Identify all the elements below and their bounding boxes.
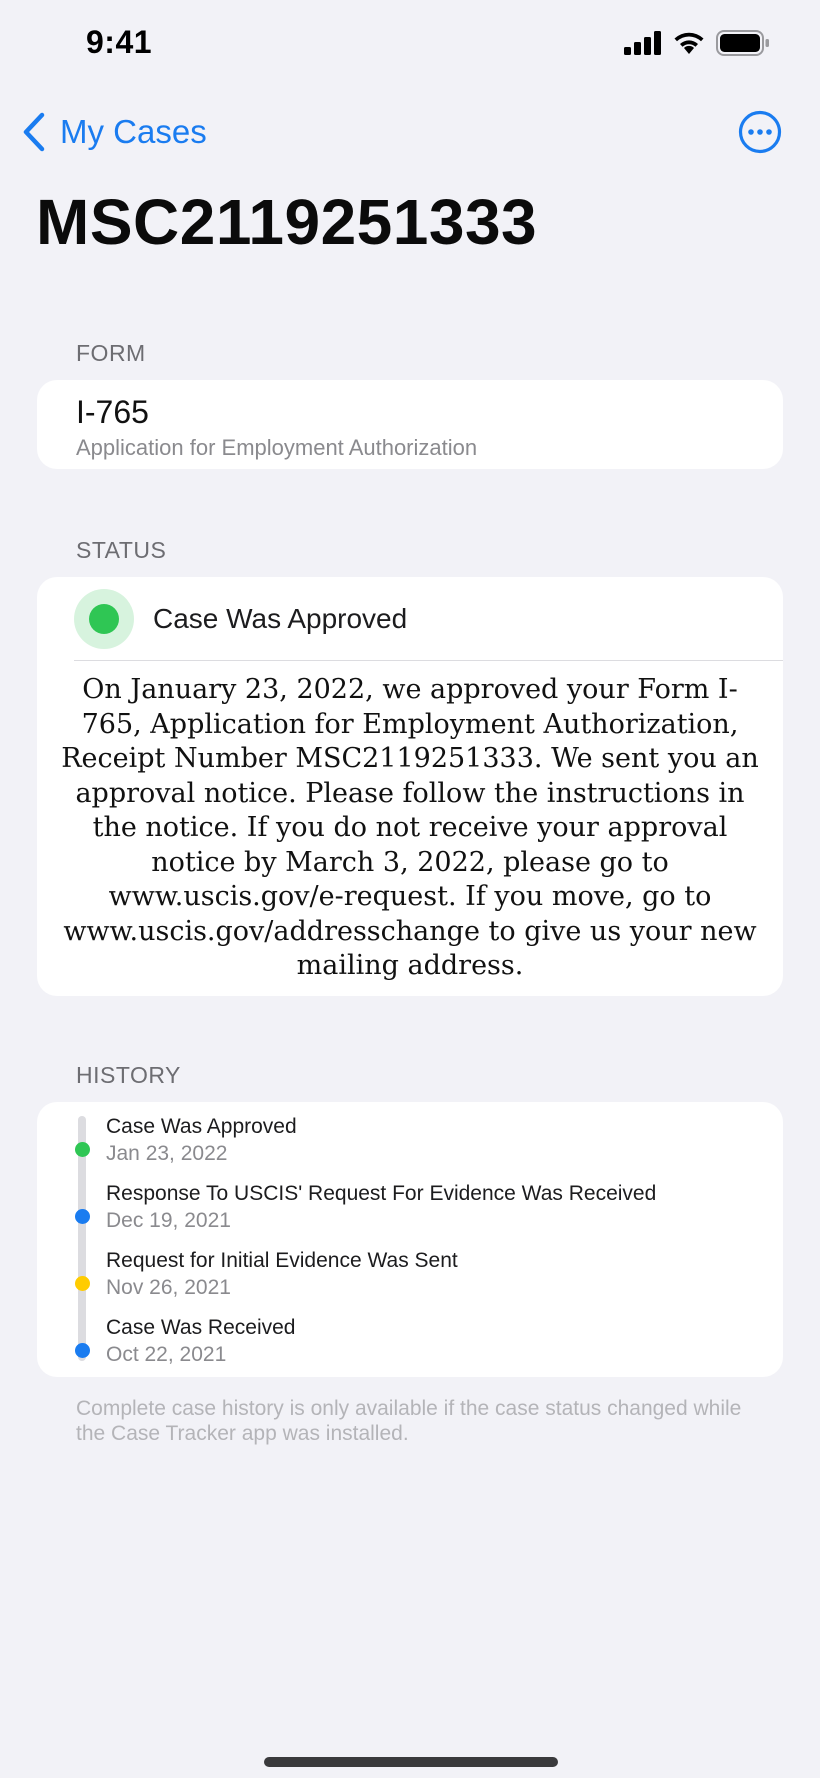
- history-card: Case Was Approved Jan 23, 2022 Response …: [37, 1102, 783, 1377]
- history-item-title: Response To USCIS' Request For Evidence …: [106, 1182, 657, 1205]
- status-section-label: STATUS: [76, 537, 167, 563]
- history-dot-icon: [75, 1209, 90, 1224]
- ellipsis-circle-icon: [738, 110, 782, 154]
- navigation-bar: My Cases: [0, 100, 820, 164]
- history-item: Response To USCIS' Request For Evidence …: [37, 1182, 783, 1242]
- battery-icon: [716, 30, 769, 56]
- history-section-label: HISTORY: [76, 1062, 181, 1088]
- status-time: 9:41: [86, 24, 153, 60]
- status-divider: [74, 660, 783, 661]
- cellular-signal-icon: [624, 31, 661, 55]
- status-description: On January 23, 2022, we approved your Fo…: [61, 674, 759, 981]
- history-item: Case Was Received Oct 22, 2021: [37, 1316, 783, 1376]
- status-card: Case Was Approved On January 23, 2022, w…: [37, 577, 783, 996]
- form-section-label: FORM: [76, 340, 146, 366]
- history-item-date: Oct 22, 2021: [106, 1343, 227, 1366]
- status-bar: 9:41: [0, 0, 820, 90]
- history-item: Request for Initial Evidence Was Sent No…: [37, 1249, 783, 1309]
- form-code: I-765: [76, 394, 149, 430]
- history-footnote: Complete case history is only available …: [76, 1397, 742, 1445]
- history-item-title: Case Was Approved: [106, 1115, 297, 1138]
- form-description: Application for Employment Authorization: [76, 435, 478, 460]
- status-dot-icon: [89, 604, 119, 634]
- history-item-date: Jan 23, 2022: [106, 1142, 228, 1165]
- history-item-title: Case Was Received: [106, 1316, 296, 1339]
- status-title: Case Was Approved: [153, 603, 408, 634]
- history-dot-icon: [75, 1343, 90, 1358]
- history-dot-icon: [75, 1142, 90, 1157]
- history-item-date: Dec 19, 2021: [106, 1209, 231, 1232]
- history-item: Case Was Approved Jan 23, 2022: [37, 1115, 783, 1175]
- page-title: MSC2119251333: [36, 186, 538, 258]
- more-options-button[interactable]: [738, 110, 782, 154]
- history-dot-icon: [75, 1276, 90, 1291]
- history-item-title: Request for Initial Evidence Was Sent: [106, 1249, 458, 1272]
- back-button-label: My Cases: [60, 113, 207, 150]
- home-indicator[interactable]: [264, 1757, 558, 1767]
- chevron-left-icon: [23, 112, 45, 152]
- form-card: I-765 Application for Employment Authori…: [37, 380, 783, 469]
- status-indicator: [74, 589, 134, 649]
- history-item-date: Nov 26, 2021: [106, 1276, 231, 1299]
- status-header: Case Was Approved: [37, 577, 783, 661]
- case-detail-screen: 9:41 My Cases MSC2119251333 FORM I-765 A…: [0, 0, 820, 1778]
- back-button[interactable]: My Cases: [22, 110, 207, 154]
- status-icons: [624, 30, 770, 56]
- wifi-icon: [674, 32, 704, 54]
